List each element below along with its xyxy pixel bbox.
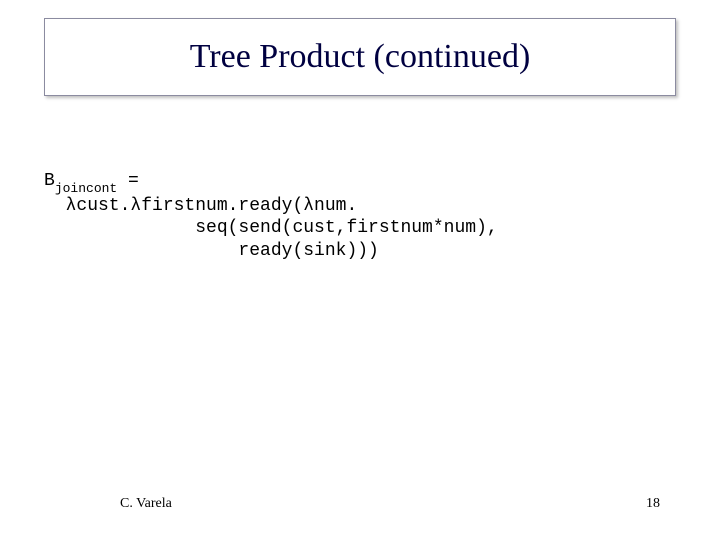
slide: Tree Product (continued) Bjoincont = λcu… <box>0 0 720 540</box>
slide-title: Tree Product (continued) <box>190 38 531 76</box>
behavior-prefix: B <box>44 171 55 191</box>
code-block: Bjoincont = λcust.λfirstnum.ready(λnum. … <box>44 170 676 262</box>
footer-author: C. Varela <box>120 496 172 512</box>
equals: = <box>117 171 139 191</box>
title-box: Tree Product (continued) <box>44 18 676 96</box>
code-line-4: ready(sink))) <box>44 241 379 261</box>
footer-page-number: 18 <box>646 496 660 512</box>
code-line-3: seq(send(cust,firstnum*num), <box>44 218 498 238</box>
code-line-2: λcust.λfirstnum.ready(λnum. <box>44 196 357 216</box>
behavior-subscript: joincont <box>55 181 117 196</box>
